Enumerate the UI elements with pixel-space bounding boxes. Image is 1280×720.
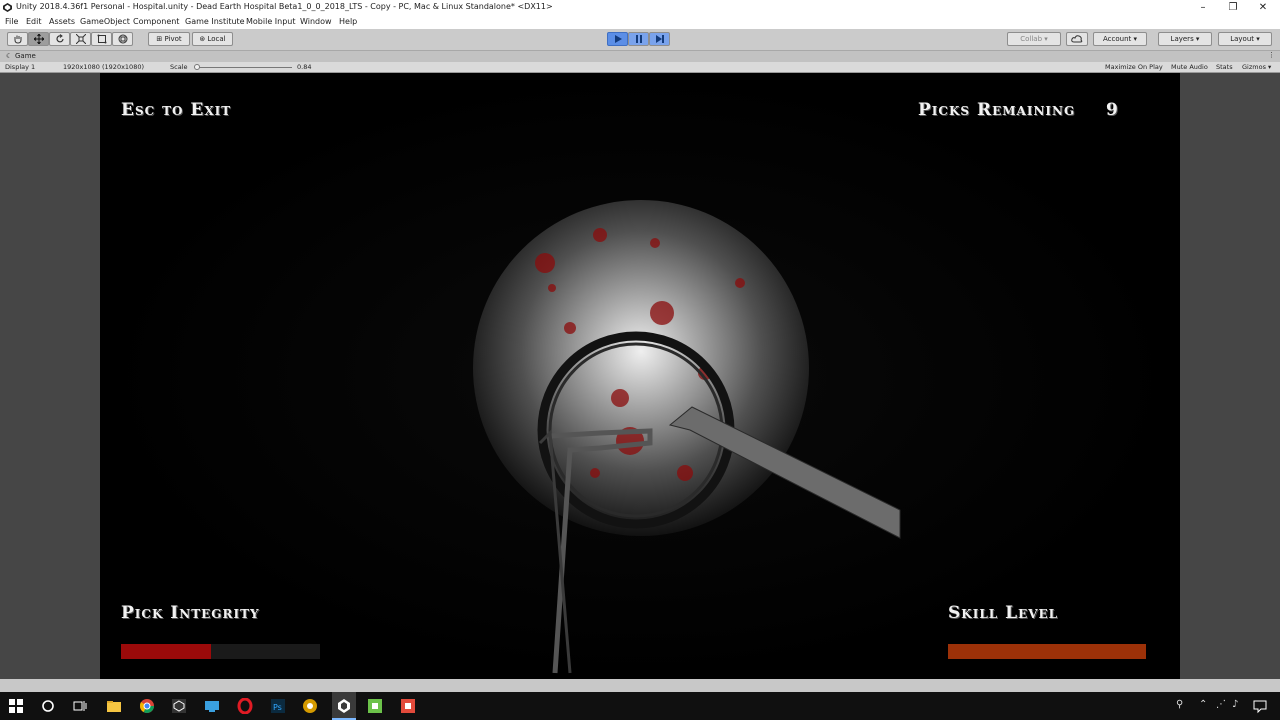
mute-audio-toggle[interactable]: Mute Audio — [1171, 63, 1208, 71]
transform-tool-button[interactable] — [112, 32, 133, 46]
game-tab-icon: ☾ — [6, 52, 13, 60]
tray-expand-icon[interactable]: ⌃ — [1199, 699, 1207, 710]
account-dropdown[interactable]: Account ▾ — [1093, 32, 1147, 46]
play-button[interactable] — [607, 32, 628, 46]
rect-icon — [97, 34, 106, 44]
opera-icon[interactable] — [237, 698, 253, 714]
pick-integrity-bar — [121, 644, 320, 659]
layers-dropdown[interactable]: Layers ▾ — [1158, 32, 1212, 46]
menu-assets[interactable]: Assets — [49, 17, 75, 26]
photoshop-icon[interactable]: Ps — [270, 698, 286, 714]
step-icon — [655, 35, 664, 43]
chrome-icon[interactable] — [139, 698, 155, 714]
menu-bar: File Edit Assets GameObject Component Ga… — [0, 15, 1280, 29]
menu-edit[interactable]: Edit — [26, 17, 42, 26]
game-viewport: Esc to Exit Picks Remaining 9 Pick Integ… — [0, 73, 1280, 679]
close-button[interactable]: ✕ — [1248, 0, 1278, 15]
stats-toggle[interactable]: Stats — [1216, 63, 1233, 71]
network-icon[interactable]: ⋰ — [1216, 699, 1226, 710]
rotate-icon — [55, 34, 64, 43]
cloud-icon — [1071, 35, 1083, 43]
pause-icon — [635, 35, 642, 43]
local-toggle[interactable]: ⊛ Local — [192, 32, 233, 46]
minimize-button[interactable]: – — [1188, 0, 1218, 15]
unity-logo-icon — [3, 3, 12, 12]
game-screen[interactable]: Esc to Exit Picks Remaining 9 Pick Integ… — [100, 73, 1180, 679]
esc-to-exit-label: Esc to Exit — [121, 100, 232, 120]
unity-hub-icon[interactable] — [171, 698, 187, 714]
pivot-label: Pivot — [164, 35, 182, 43]
globe-icon: ⊛ — [199, 35, 206, 43]
pivot-icon: ⊞ — [156, 35, 163, 43]
game-tab[interactable]: Game — [15, 52, 36, 60]
lock-scene — [100, 73, 1180, 679]
pick-integrity-fill — [121, 644, 211, 659]
rotate-tool-button[interactable] — [49, 32, 70, 46]
scale-slider-thumb[interactable] — [193, 64, 200, 70]
task-view-icon[interactable] — [72, 698, 88, 714]
picks-remaining-value: 9 — [1106, 100, 1119, 120]
windows-start-icon[interactable] — [8, 698, 24, 714]
maximize-on-play-toggle[interactable]: Maximize On Play — [1105, 63, 1163, 71]
play-icon — [614, 35, 622, 43]
file-explorer-icon[interactable] — [106, 698, 122, 714]
monitor-app-icon[interactable] — [204, 698, 220, 714]
maximize-button[interactable]: ❐ — [1218, 0, 1248, 15]
horizontal-scrollbar[interactable] — [0, 679, 1280, 692]
camtasia-icon[interactable] — [367, 698, 383, 714]
cloud-button[interactable] — [1066, 32, 1088, 46]
hand-icon — [14, 35, 21, 44]
scale-slider-track[interactable] — [196, 67, 292, 68]
collab-dropdown[interactable]: Collab ▾ — [1007, 32, 1061, 46]
menu-game-institute[interactable]: Game Institute — [185, 17, 245, 26]
transform-icon — [118, 34, 127, 44]
move-icon — [33, 34, 44, 44]
scale-label: Scale — [170, 63, 188, 71]
tab-menu-icon[interactable]: ⋮ — [1268, 51, 1275, 59]
resolution-dropdown[interactable]: 1920x1080 (1920x1080) — [63, 63, 144, 71]
people-icon[interactable]: ⚲ — [1176, 699, 1183, 710]
pivot-toggle[interactable]: ⊞ Pivot — [148, 32, 190, 46]
unity-taskbar-active[interactable] — [332, 692, 356, 720]
menu-file[interactable]: File — [5, 17, 18, 26]
game-tab-bar: ☾ Game ⋮ — [0, 51, 1280, 62]
menu-window[interactable]: Window — [300, 17, 332, 26]
menu-help[interactable]: Help — [339, 17, 357, 26]
window-title: Unity 2018.4.36f1 Personal - Hospital.un… — [16, 2, 553, 11]
cortana-search-icon[interactable] — [40, 698, 56, 714]
notifications-icon[interactable] — [1252, 698, 1268, 714]
main-toolbar: ⊞ Pivot ⊛ Local Collab ▾ Account ▾ Layer… — [0, 29, 1280, 51]
skill-level-label: Skill Level — [948, 603, 1059, 623]
hand-tool-button[interactable] — [7, 32, 28, 46]
svg-text:Ps: Ps — [273, 703, 282, 712]
gizmos-dropdown[interactable]: Gizmos ▾ — [1242, 63, 1271, 71]
menu-gameobject[interactable]: GameObject — [80, 17, 130, 26]
picks-remaining-label: Picks Remaining — [918, 100, 1076, 120]
chrome-canary-icon[interactable] — [302, 698, 318, 714]
move-tool-button[interactable] — [28, 32, 49, 46]
menu-component[interactable]: Component — [133, 17, 179, 26]
local-label: Local — [207, 35, 226, 43]
scale-value: 0.84 — [297, 63, 312, 71]
windows-taskbar: Ps ⚲ ⌃ ⋰ ♪ — [0, 692, 1280, 720]
scale-icon — [75, 34, 86, 44]
layout-dropdown[interactable]: Layout ▾ — [1218, 32, 1272, 46]
step-button[interactable] — [649, 32, 670, 46]
recorder-icon[interactable] — [400, 698, 416, 714]
skill-level-bar — [948, 644, 1146, 659]
display-dropdown[interactable]: Display 1 — [5, 63, 35, 71]
scale-tool-button[interactable] — [70, 32, 91, 46]
lock-cylinder — [473, 200, 809, 536]
unity-icon — [338, 699, 350, 713]
menu-mobile-input[interactable]: Mobile Input — [246, 17, 296, 26]
pick-integrity-label: Pick Integrity — [121, 603, 260, 623]
window-titlebar: Unity 2018.4.36f1 Personal - Hospital.un… — [0, 0, 1280, 15]
pause-button[interactable] — [628, 32, 649, 46]
volume-icon[interactable]: ♪ — [1232, 699, 1238, 710]
skill-level-fill — [948, 644, 1146, 659]
rect-tool-button[interactable] — [91, 32, 112, 46]
game-control-bar: Display 1 1920x1080 (1920x1080) Scale 0.… — [0, 62, 1280, 73]
